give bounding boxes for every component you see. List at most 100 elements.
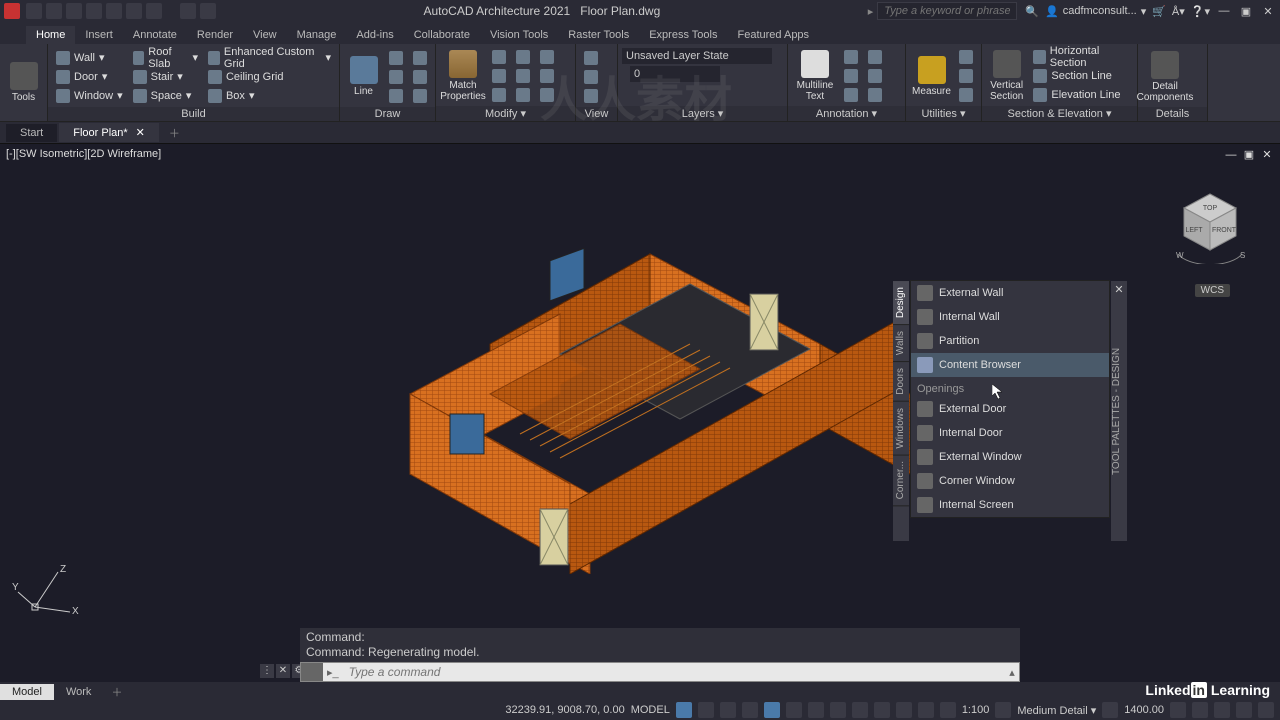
leader-button[interactable] bbox=[840, 67, 862, 85]
model-space-toggle[interactable]: MODEL bbox=[631, 704, 670, 716]
command-input[interactable] bbox=[343, 663, 1005, 681]
window-button[interactable]: Window ▾ bbox=[52, 87, 127, 105]
move-button[interactable] bbox=[488, 48, 510, 66]
cycling-toggle-icon[interactable] bbox=[896, 702, 912, 718]
anno-c-button[interactable] bbox=[864, 86, 886, 104]
file-tab-floorplan[interactable]: Floor Plan*✕ bbox=[59, 123, 159, 142]
3dosnap-toggle-icon[interactable] bbox=[918, 702, 934, 718]
palette-tab-doors[interactable]: Doors bbox=[893, 362, 909, 402]
util-a-button[interactable] bbox=[955, 48, 977, 66]
minimize-button[interactable]: — bbox=[1216, 3, 1232, 19]
command-line[interactable]: ▸_ ▴ bbox=[300, 662, 1020, 682]
scale-button[interactable] bbox=[512, 86, 534, 104]
copy-button[interactable] bbox=[488, 67, 510, 85]
viewport-controls[interactable]: [-][SW Isometric][2D Wireframe] bbox=[6, 148, 161, 160]
polyline-button[interactable] bbox=[385, 49, 407, 67]
palette-title-bar[interactable]: TOOL PALETTES - DESIGN bbox=[1111, 281, 1127, 541]
door-button[interactable]: Door ▾ bbox=[52, 68, 127, 86]
tab-collaborate[interactable]: Collaborate bbox=[404, 26, 480, 44]
add-layout-button[interactable]: ＋ bbox=[103, 682, 130, 702]
annotation-scale[interactable]: 1:100 bbox=[962, 704, 990, 716]
horizontal-section-button[interactable]: Horizontal Section bbox=[1029, 48, 1133, 66]
palette-item-content-browser[interactable]: Content Browser bbox=[911, 353, 1109, 377]
cleanscreen-icon[interactable] bbox=[1236, 702, 1252, 718]
rect-button[interactable] bbox=[385, 87, 407, 105]
tab-insert[interactable]: Insert bbox=[75, 26, 123, 44]
units-icon[interactable] bbox=[1170, 702, 1186, 718]
palette-item-external-wall[interactable]: External Wall bbox=[911, 281, 1109, 305]
snap-toggle-icon[interactable] bbox=[698, 702, 714, 718]
dyninput-toggle-icon[interactable] bbox=[830, 702, 846, 718]
qat-save-icon[interactable] bbox=[66, 3, 82, 19]
tab-render[interactable]: Render bbox=[187, 26, 243, 44]
qat-open-icon[interactable] bbox=[46, 3, 62, 19]
table-button[interactable] bbox=[840, 86, 862, 104]
palette-item-internal-screen[interactable]: Internal Screen bbox=[911, 493, 1109, 517]
polar-toggle-icon[interactable] bbox=[742, 702, 758, 718]
palette-tab-walls[interactable]: Walls bbox=[893, 325, 909, 362]
view-b-button[interactable] bbox=[580, 68, 602, 86]
tab-vision-tools[interactable]: Vision Tools bbox=[480, 26, 558, 44]
palette-item-external-door[interactable]: External Door bbox=[911, 397, 1109, 421]
util-c-button[interactable] bbox=[955, 86, 977, 104]
qat-plot-icon[interactable] bbox=[106, 3, 122, 19]
anno-b-button[interactable] bbox=[864, 67, 886, 85]
isolate-icon[interactable] bbox=[1192, 702, 1208, 718]
osnap-toggle-icon[interactable] bbox=[764, 702, 780, 718]
close-tab-icon[interactable]: ✕ bbox=[136, 126, 145, 139]
hardware-icon[interactable] bbox=[1214, 702, 1230, 718]
tab-addins[interactable]: Add-ins bbox=[346, 26, 403, 44]
maximize-button[interactable]: ▣ bbox=[1238, 3, 1254, 19]
layout-tab-model[interactable]: Model bbox=[0, 684, 54, 700]
util-b-button[interactable] bbox=[955, 67, 977, 85]
qat-share-icon[interactable] bbox=[180, 3, 196, 19]
box-button[interactable]: Box ▾ bbox=[204, 87, 335, 105]
app-logo-icon[interactable] bbox=[4, 3, 20, 19]
search-icon[interactable]: 🔍 bbox=[1025, 5, 1039, 18]
qat-redo-icon[interactable] bbox=[146, 3, 162, 19]
current-layer-select[interactable] bbox=[630, 66, 720, 82]
vertical-section-button[interactable]: VerticalSection bbox=[986, 48, 1027, 104]
user-menu[interactable]: 👤cadfmconsult...▾ bbox=[1045, 5, 1146, 18]
palette-tab-windows[interactable]: Windows bbox=[893, 402, 909, 456]
palette-item-internal-door[interactable]: Internal Door bbox=[911, 421, 1109, 445]
lineweight-toggle-icon[interactable] bbox=[852, 702, 868, 718]
annoscale-icon[interactable] bbox=[940, 702, 956, 718]
ucs-icon[interactable]: Z Y X bbox=[10, 562, 80, 622]
transparency-toggle-icon[interactable] bbox=[874, 702, 890, 718]
viewport-maximize-button[interactable]: ▣ bbox=[1242, 148, 1256, 162]
cmd-close-icon[interactable]: ✕ bbox=[276, 664, 290, 678]
circle-button[interactable] bbox=[385, 68, 407, 86]
help-icon[interactable]: ❔▾ bbox=[1191, 5, 1210, 18]
viewport-minimize-button[interactable]: — bbox=[1224, 148, 1238, 162]
workspace-icon[interactable] bbox=[1102, 702, 1118, 718]
qat-new-icon[interactable] bbox=[26, 3, 42, 19]
array-button[interactable] bbox=[536, 86, 558, 104]
space-button[interactable]: Space ▾ bbox=[129, 87, 202, 105]
tab-view[interactable]: View bbox=[243, 26, 287, 44]
panel-label-utilities[interactable]: Utilities ▾ bbox=[906, 106, 981, 121]
gear-icon[interactable] bbox=[995, 702, 1011, 718]
grid-button[interactable]: Enhanced Custom Grid ▾ bbox=[204, 49, 335, 67]
palette-close-button[interactable]: ✕ bbox=[1113, 283, 1125, 295]
multiline-text-button[interactable]: MultilineText bbox=[792, 48, 838, 104]
palette-item-internal-wall[interactable]: Internal Wall bbox=[911, 305, 1109, 329]
cart-icon[interactable]: 🛒 bbox=[1152, 5, 1166, 18]
qat-sheet-icon[interactable] bbox=[200, 3, 216, 19]
view-a-button[interactable] bbox=[580, 49, 602, 67]
viewcube[interactable]: TOP LEFT FRONT W S bbox=[1170, 184, 1250, 264]
chevron-right-icon[interactable]: ▸ bbox=[868, 5, 874, 18]
panel-label-modify[interactable]: Modify ▾ bbox=[436, 106, 575, 121]
tab-featured-apps[interactable]: Featured Apps bbox=[728, 26, 820, 44]
search-input[interactable] bbox=[877, 2, 1017, 20]
grid-toggle-icon[interactable] bbox=[676, 702, 692, 718]
match-properties-button[interactable]: MatchProperties bbox=[440, 48, 486, 104]
fillet-button[interactable] bbox=[536, 67, 558, 85]
panel-label-layers[interactable]: Layers ▾ bbox=[618, 106, 787, 121]
tools-button[interactable]: Tools bbox=[4, 55, 43, 111]
detail-level[interactable]: Medium Detail ▾ bbox=[1017, 704, 1096, 717]
new-tab-button[interactable]: ＋ bbox=[161, 122, 188, 144]
building-3d-model[interactable] bbox=[390, 234, 910, 574]
section-line-button[interactable]: Section Line bbox=[1029, 67, 1133, 85]
autodesk-icon[interactable]: Å▾ bbox=[1172, 5, 1185, 18]
